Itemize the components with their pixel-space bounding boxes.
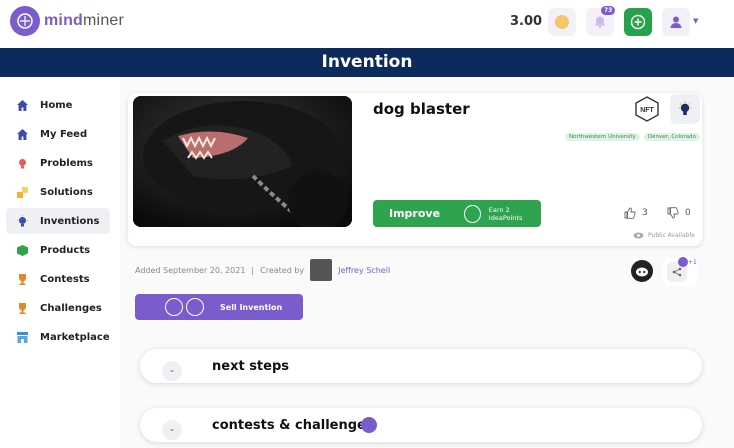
sidebar-item-label: Home bbox=[40, 99, 73, 111]
invention-image[interactable] bbox=[133, 96, 352, 227]
balance-value: 3.00 bbox=[510, 14, 543, 29]
accordion-next-steps[interactable]: ⌄ next steps bbox=[140, 349, 702, 383]
thumbs-up-icon bbox=[624, 207, 636, 219]
visibility-label: Public Available bbox=[648, 232, 695, 239]
tag-list: Northwestern University Denver, Colorado bbox=[565, 133, 700, 141]
top-bar: mindminer 3.00 73 ▼ bbox=[0, 0, 734, 48]
coin-button[interactable] bbox=[548, 8, 576, 36]
invention-type-button[interactable] bbox=[670, 94, 700, 124]
coin-icon bbox=[555, 15, 569, 29]
improve-label: Improve bbox=[389, 207, 441, 220]
tag[interactable]: Northwestern University bbox=[565, 133, 640, 141]
dislike-count: 0 bbox=[685, 208, 691, 218]
solutions-puzzle-icon bbox=[15, 185, 29, 199]
ideapoints-icon bbox=[464, 204, 481, 223]
invention-bulb-icon bbox=[15, 214, 29, 228]
sidebar-item-label: Marketplace bbox=[40, 331, 110, 343]
plus-circle-icon bbox=[630, 14, 646, 30]
like-count: 3 bbox=[642, 208, 648, 218]
sidebar-item-label: Products bbox=[40, 244, 91, 256]
accordion-title: next steps bbox=[212, 358, 290, 374]
trophy-icon bbox=[15, 272, 29, 286]
eye-icon bbox=[633, 232, 644, 239]
nft-icon bbox=[186, 298, 204, 316]
chevron-down-icon[interactable]: ⌄ bbox=[162, 361, 182, 381]
ideapoints-icon bbox=[165, 298, 183, 316]
sidebar-item-label: My Feed bbox=[40, 128, 88, 140]
user-icon bbox=[670, 16, 682, 28]
nft-icon[interactable]: NFT bbox=[634, 96, 660, 122]
feed-icon bbox=[15, 127, 29, 141]
logo[interactable]: mindminer bbox=[10, 6, 124, 36]
chevron-down-icon[interactable]: ⌄ bbox=[162, 420, 182, 440]
visibility-status: Public Available bbox=[633, 232, 695, 239]
bell-icon bbox=[594, 16, 606, 29]
thumbs-down-icon bbox=[667, 207, 679, 219]
notifications-badge: 73 bbox=[601, 6, 616, 15]
author-link[interactable]: Jeffrey Schell bbox=[338, 266, 390, 275]
chevron-down-icon[interactable]: ▼ bbox=[693, 17, 698, 25]
add-button[interactable] bbox=[624, 8, 652, 36]
sell-invention-label: Sell Invention bbox=[220, 302, 283, 312]
accordion-title: contests & challenges bbox=[212, 417, 374, 433]
share-count: +1 bbox=[688, 259, 697, 266]
svg-text:NFT: NFT bbox=[640, 107, 654, 114]
sidebar-item-marketplace[interactable]: Marketplace bbox=[6, 324, 110, 350]
sell-icons bbox=[165, 298, 204, 316]
sidebar-item-challenges[interactable]: Challenges bbox=[6, 295, 110, 321]
sidebar-item-inventions[interactable]: Inventions bbox=[6, 208, 110, 234]
logo-brain-icon bbox=[10, 6, 40, 36]
tag[interactable]: Denver, Colorado bbox=[643, 133, 700, 141]
sell-invention-button[interactable]: Sell Invention bbox=[135, 294, 303, 320]
logo-text: mindminer bbox=[44, 12, 125, 29]
dislike-button[interactable]: 0 bbox=[667, 207, 691, 219]
invention-bulb-icon bbox=[678, 101, 692, 115]
sidebar-item-label: Contests bbox=[40, 273, 90, 285]
accordion-contests-challenges[interactable]: ⌄ contests & challenges bbox=[140, 408, 702, 442]
trophy-icon bbox=[15, 301, 29, 315]
sidebar-item-label: Problems bbox=[40, 157, 93, 169]
sidebar-item-label: Inventions bbox=[40, 215, 100, 227]
improve-button[interactable]: Improve Earn 2 IdeaPoints bbox=[373, 200, 541, 227]
sidebar-item-contests[interactable]: Contests bbox=[6, 266, 110, 292]
sidebar-item-label: Challenges bbox=[40, 302, 102, 314]
sidebar-item-my-feed[interactable]: My Feed bbox=[6, 121, 110, 147]
invention-meta: Added September 20, 2021 | Created by Je… bbox=[135, 259, 390, 281]
home-icon bbox=[15, 98, 29, 112]
sidebar-item-solutions[interactable]: Solutions bbox=[6, 179, 110, 205]
added-date: Added September 20, 2021 bbox=[135, 265, 246, 275]
contest-badge-icon bbox=[361, 417, 377, 433]
invention-title: dog blaster bbox=[373, 100, 470, 118]
sidebar-item-products[interactable]: Products bbox=[6, 237, 110, 263]
page-title: Invention bbox=[0, 48, 734, 77]
like-button[interactable]: 3 bbox=[624, 207, 648, 219]
problem-bulb-icon bbox=[15, 156, 29, 170]
sidebar: Home My Feed Problems Solutions Inventio… bbox=[0, 77, 120, 448]
product-box-icon bbox=[15, 243, 29, 257]
improve-sub-label: Earn 2 IdeaPoints bbox=[488, 205, 523, 222]
author-avatar[interactable] bbox=[310, 259, 333, 281]
meta-separator: | bbox=[251, 265, 255, 275]
sidebar-item-home[interactable]: Home bbox=[6, 92, 110, 118]
marketplace-icon bbox=[15, 330, 29, 344]
user-menu-button[interactable] bbox=[662, 8, 690, 36]
share-avatar-icon bbox=[678, 257, 688, 267]
sidebar-item-label: Solutions bbox=[40, 186, 93, 198]
created-by-label: Created by bbox=[260, 265, 305, 275]
discord-icon[interactable] bbox=[631, 260, 653, 282]
sidebar-item-problems[interactable]: Problems bbox=[6, 150, 110, 176]
